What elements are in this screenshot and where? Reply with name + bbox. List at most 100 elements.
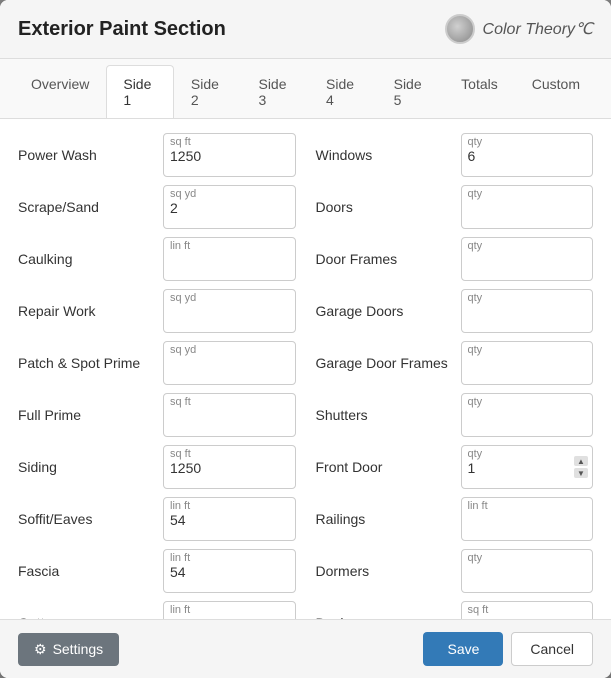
input-box-4-right[interactable]: qty [461, 341, 594, 385]
spinner-down[interactable]: ▼ [574, 468, 588, 478]
unit-label: lin ft [468, 500, 587, 512]
tab-side2[interactable]: Side 2 [174, 65, 242, 118]
unit-label: qty [468, 240, 587, 252]
field-label: Garage Doors [316, 303, 461, 319]
field-label: Door Frames [316, 251, 461, 267]
field-label: Power Wash [18, 147, 163, 163]
field-input-wrap: sq yd [163, 289, 296, 333]
tab-bar: Overview Side 1 Side 2 Side 3 Side 4 Sid… [0, 59, 611, 119]
input-box-5-left[interactable]: sq ft [163, 393, 296, 437]
field-label: Front Door [316, 459, 461, 475]
tab-side3[interactable]: Side 3 [241, 65, 309, 118]
unit-label: qty [468, 344, 587, 356]
input-box-8-right[interactable]: qty [461, 549, 594, 593]
field-value: 1250 [170, 148, 289, 164]
unit-label: sq yd [170, 188, 289, 200]
modal-footer: ⚙ Settings Save Cancel [0, 619, 611, 678]
unit-label: lin ft [170, 552, 289, 564]
left-field-row: Gutters lin ft [18, 601, 296, 619]
input-box-3-left[interactable]: sq yd [163, 289, 296, 333]
unit-label: sq ft [170, 396, 289, 408]
right-field-row: Doors qty [316, 185, 594, 229]
field-label: Soffit/Eaves [18, 511, 163, 527]
input-box-6-left[interactable]: sq ft 1250 [163, 445, 296, 489]
input-box-2-right[interactable]: qty [461, 237, 594, 281]
save-button[interactable]: Save [423, 632, 503, 666]
field-input-wrap: lin ft 54 [163, 549, 296, 593]
input-box-8-left[interactable]: lin ft 54 [163, 549, 296, 593]
input-box-4-left[interactable]: sq yd [163, 341, 296, 385]
field-input-wrap: qty [461, 237, 594, 281]
tab-side4[interactable]: Side 4 [309, 65, 377, 118]
modal-title: Exterior Paint Section [18, 18, 226, 41]
footer-right-buttons: Save Cancel [423, 632, 593, 666]
right-field-row: Door Frames qty [316, 237, 594, 281]
field-value: 6 [468, 148, 587, 164]
tab-side1[interactable]: Side 1 [106, 65, 174, 118]
input-box-1-left[interactable]: sq yd 2 [163, 185, 296, 229]
left-field-row: Soffit/Eaves lin ft 54 [18, 497, 296, 541]
tab-custom[interactable]: Custom [515, 65, 597, 118]
left-field-row: Full Prime sq ft [18, 393, 296, 437]
field-label: Full Prime [18, 407, 163, 423]
input-box-0-right[interactable]: qty 6 [461, 133, 594, 177]
field-input-wrap: lin ft [163, 601, 296, 619]
unit-label: qty [468, 136, 587, 148]
input-box-2-left[interactable]: lin ft [163, 237, 296, 281]
field-input-wrap: sq ft [461, 601, 594, 619]
modal-body: Power Wash sq ft 1250 Scrape/Sand sq yd … [0, 119, 611, 619]
left-field-row: Siding sq ft 1250 [18, 445, 296, 489]
input-box-7-right[interactable]: lin ft [461, 497, 594, 541]
logo-area: Color Theory℃ [445, 14, 593, 44]
field-input-wrap: qty [461, 289, 594, 333]
settings-button[interactable]: ⚙ Settings [18, 633, 119, 666]
input-box-1-right[interactable]: qty [461, 185, 594, 229]
left-field-row: Scrape/Sand sq yd 2 [18, 185, 296, 229]
field-input-wrap: qty [461, 549, 594, 593]
field-input-wrap: sq ft 1250 [163, 445, 296, 489]
field-input-wrap: qty 6 [461, 133, 594, 177]
left-field-row: Fascia lin ft 54 [18, 549, 296, 593]
field-input-wrap: sq ft 1250 [163, 133, 296, 177]
input-box-9-right[interactable]: sq ft [461, 601, 594, 619]
input-box-5-right[interactable]: qty [461, 393, 594, 437]
right-field-row: Garage Door Frames qty [316, 341, 594, 385]
field-label: Railings [316, 511, 461, 527]
field-input-wrap: lin ft [461, 497, 594, 541]
field-value: 54 [170, 512, 289, 528]
field-value: 1250 [170, 460, 289, 476]
cancel-button[interactable]: Cancel [511, 632, 593, 666]
unit-label: sq ft [170, 448, 289, 460]
right-field-row: Windows qty 6 [316, 133, 594, 177]
field-input-wrap: sq yd [163, 341, 296, 385]
spinner-up[interactable]: ▲ [574, 456, 588, 466]
unit-label: sq yd [170, 292, 289, 304]
field-value: 2 [170, 200, 289, 216]
unit-label: lin ft [170, 240, 289, 252]
field-label: Doors [316, 199, 461, 215]
input-box-0-left[interactable]: sq ft 1250 [163, 133, 296, 177]
field-input-wrap: sq ft [163, 393, 296, 437]
field-label: Siding [18, 459, 163, 475]
tab-totals[interactable]: Totals [444, 65, 515, 118]
tab-side5[interactable]: Side 5 [377, 65, 445, 118]
input-box-9-left[interactable]: lin ft [163, 601, 296, 619]
unit-label: sq ft [170, 136, 289, 148]
field-input-wrap: lin ft [163, 237, 296, 281]
field-label: Caulking [18, 251, 163, 267]
field-input-wrap: sq yd 2 [163, 185, 296, 229]
field-input-wrap: qty 1 ▲ ▼ [461, 445, 594, 489]
field-value: 54 [170, 564, 289, 580]
input-box-7-left[interactable]: lin ft 54 [163, 497, 296, 541]
unit-label: sq yd [170, 344, 289, 356]
right-field-row: Garage Doors qty [316, 289, 594, 333]
unit-label: lin ft [170, 604, 289, 616]
input-box-3-right[interactable]: qty [461, 289, 594, 333]
field-input-wrap: lin ft 54 [163, 497, 296, 541]
tab-overview[interactable]: Overview [14, 65, 106, 118]
unit-label: qty [468, 396, 587, 408]
unit-label: qty [468, 188, 587, 200]
input-box-6-right[interactable]: qty 1 ▲ ▼ [461, 445, 594, 489]
left-field-row: Patch & Spot Prime sq yd [18, 341, 296, 385]
right-field-row: Railings lin ft [316, 497, 594, 541]
